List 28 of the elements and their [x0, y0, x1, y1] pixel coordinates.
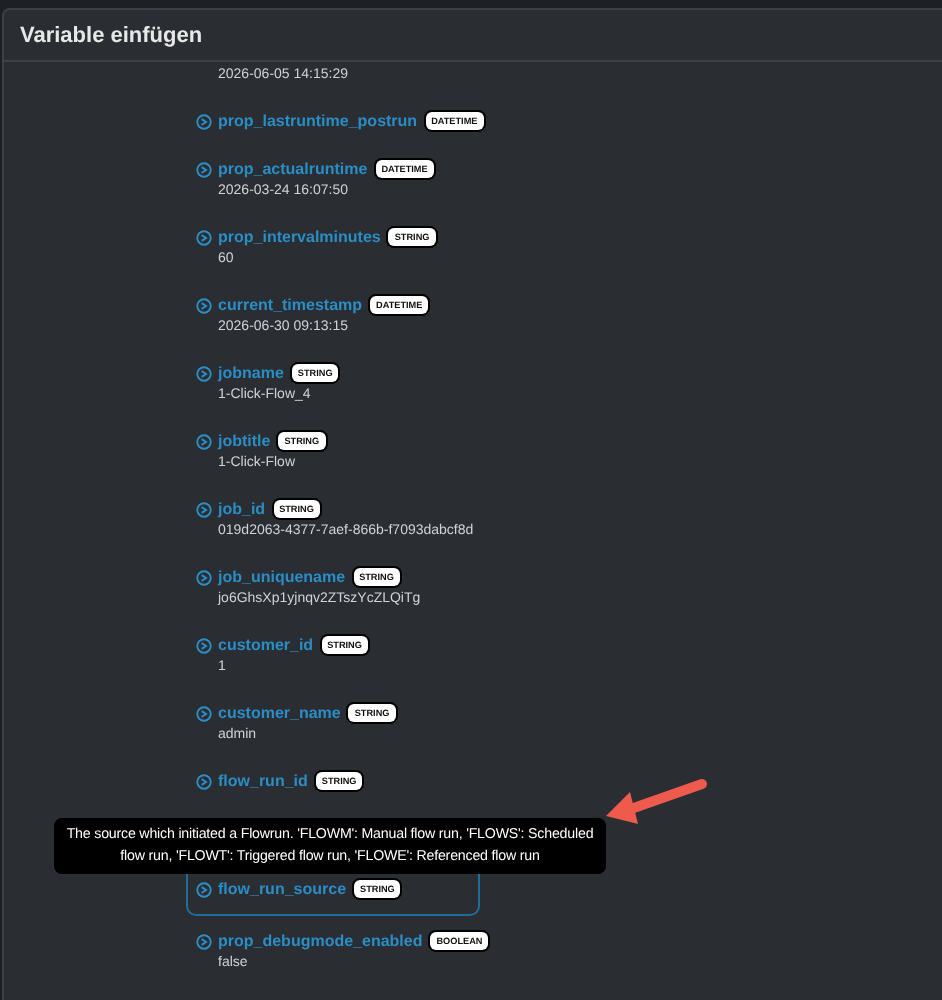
variable-name[interactable]: jobtitle: [218, 432, 271, 450]
variable-name[interactable]: prop_lastruntime_postrun: [218, 112, 418, 130]
circle-arrow-icon: [196, 881, 212, 897]
circle-arrow-icon: [196, 569, 212, 585]
arrow-annotation: [606, 779, 707, 824]
circle-arrow-icon: [196, 161, 212, 177]
variable-name[interactable]: current_timestamp: [218, 296, 363, 314]
circle-arrow-icon: [196, 773, 212, 789]
dialog-title: Variable einfügen: [20, 23, 203, 47]
circle-arrow-icon: [196, 229, 212, 245]
variable-name[interactable]: flow_run_source: [218, 880, 347, 898]
variable-name[interactable]: prop_debugmode_enabled: [218, 932, 423, 950]
circle-arrow-icon: [196, 637, 212, 653]
variable-name[interactable]: customer_id: [218, 636, 314, 654]
variable-name[interactable]: customer_name: [218, 704, 341, 722]
variable-name[interactable]: prop_intervalminutes: [218, 228, 381, 246]
circle-arrow-icon: [196, 705, 212, 721]
circle-arrow-icon: [196, 433, 212, 449]
circle-arrow-icon: [196, 933, 212, 949]
variable-name[interactable]: flow_run_id: [218, 772, 308, 790]
variable-name[interactable]: jobname: [218, 364, 284, 382]
variable-name[interactable]: job_id: [218, 500, 266, 518]
circle-arrow-icon: [196, 297, 212, 313]
circle-arrow-icon: [196, 501, 212, 517]
circle-arrow-icon: [196, 365, 212, 381]
variable-name[interactable]: prop_actualruntime: [218, 160, 368, 178]
circle-arrow-icon: [196, 113, 212, 129]
variable-name[interactable]: job_uniquename: [218, 568, 346, 586]
